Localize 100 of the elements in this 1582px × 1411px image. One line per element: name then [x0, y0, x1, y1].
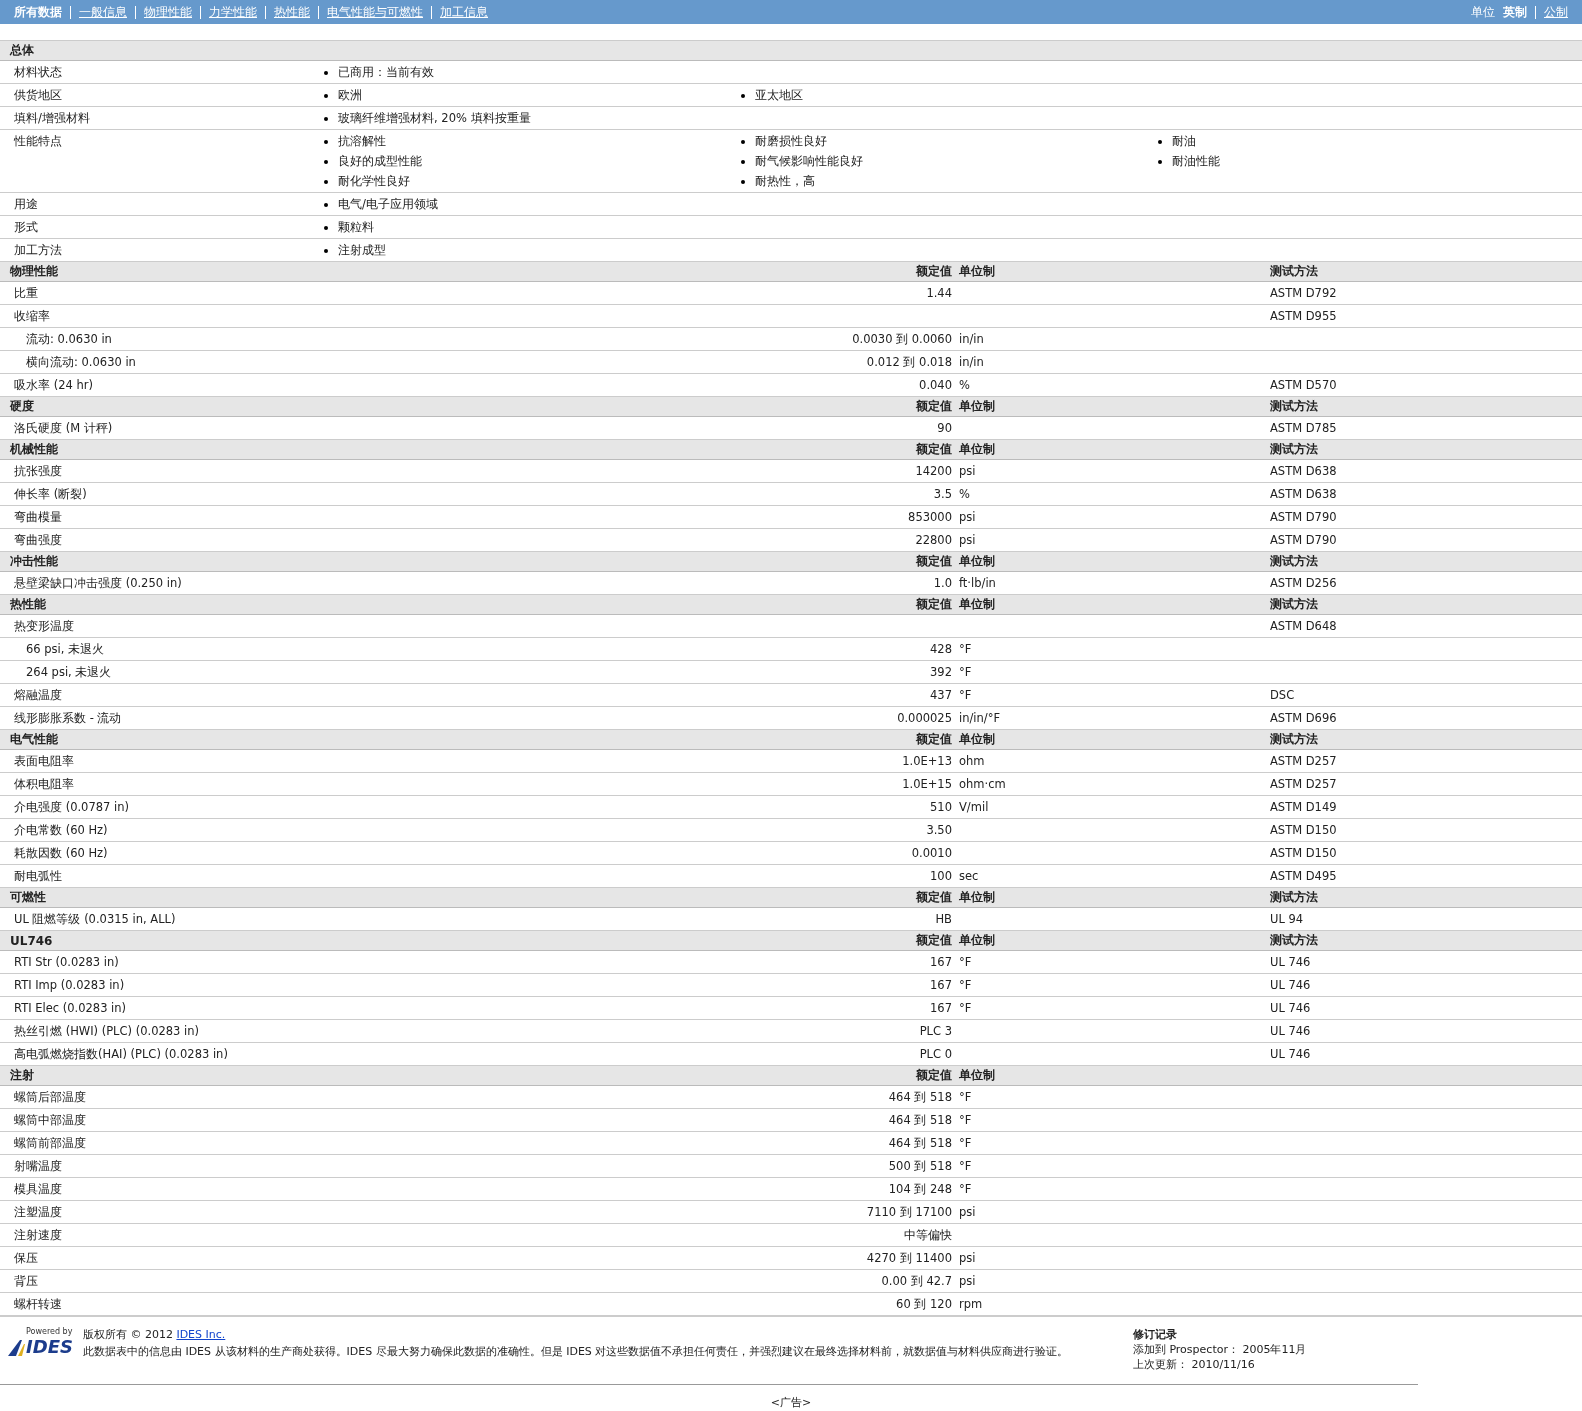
property-value: 464 到 518 [888, 1112, 952, 1127]
property-value: 耐热性，高 [741, 174, 1158, 189]
property-name: 保压 [14, 1250, 39, 1266]
property-name: 264 psi, 未退火 [25, 664, 113, 680]
property-value: 亚太地区 [741, 88, 1158, 103]
test-method: ASTM D257 [1270, 754, 1337, 768]
test-method: ASTM D495 [1270, 869, 1337, 883]
nav-tab[interactable]: 电气性能与可燃性 [327, 4, 423, 20]
property-name: 热丝引燃 (HWI) (PLC) (0.0283 in) [14, 1023, 201, 1039]
property-name: 介电强度 (0.0787 in) [14, 799, 130, 815]
column-header: 额定值 [915, 263, 952, 280]
column-header: 单位制 [958, 932, 996, 949]
ad-label: <广告> [770, 1396, 812, 1409]
test-method: ASTM D648 [1270, 619, 1337, 633]
test-method: ASTM D150 [1270, 823, 1337, 837]
logo-mark-icon [8, 1337, 26, 1356]
test-method: ASTM D790 [1270, 533, 1337, 547]
column-header: 测试方法 [1270, 398, 1318, 415]
property-value: 167 [930, 955, 952, 969]
property-value: 注射成型 [324, 243, 741, 258]
column-header: 额定值 [915, 398, 952, 415]
property-value: 已商用：当前有效 [324, 65, 741, 80]
unit: °F [959, 665, 972, 679]
property-value: 3.50 [926, 823, 952, 837]
test-method: ASTM D955 [1270, 309, 1337, 323]
property-name: 流动: 0.0630 in [25, 331, 113, 347]
property-name: 热变形温度 [14, 618, 75, 634]
property-name: 线形膨胀系数 - 流动 [14, 710, 123, 726]
nav-tab[interactable]: 所有数据 [14, 4, 62, 20]
property-value: 0.012 到 0.018 [866, 354, 952, 369]
property-value: 0.0010 [911, 846, 952, 860]
column-header: 测试方法 [1270, 596, 1318, 613]
unit: ohm [959, 754, 985, 768]
test-method: UL 746 [1270, 955, 1311, 969]
property-name: 熔融温度 [14, 687, 63, 703]
nav-tab[interactable]: 物理性能 [144, 4, 192, 20]
unit-option[interactable]: 公制 [1544, 4, 1568, 20]
nav-tab[interactable]: 热性能 [274, 4, 310, 20]
nav-tab[interactable]: 加工信息 [440, 4, 488, 20]
test-method: ASTM D790 [1270, 510, 1337, 524]
property-value: 抗溶解性 [324, 134, 741, 149]
property-name: 横向流动: 0.0630 in [25, 354, 137, 370]
property-name: 收缩率 [14, 308, 51, 324]
nav-tab[interactable]: 力学性能 [209, 4, 257, 20]
property-value: 耐油 [1158, 134, 1575, 149]
company-link[interactable]: IDES Inc. [176, 1328, 226, 1341]
property-value: 100 [930, 869, 952, 883]
unit: in/in [959, 332, 984, 346]
nav-tab[interactable]: 一般信息 [79, 4, 127, 20]
unit: in/in/°F [959, 711, 1001, 725]
property-value: 0.000025 [897, 711, 952, 725]
property-name: 弯曲模量 [14, 509, 63, 525]
unit: °F [959, 688, 972, 702]
disclaimer-text: 此数据表中的信息由 IDES 从该材料的生产商处获得。IDES 尽最大努力确保此数据的准确性。但是 IDES 对这些数据值不承担任何责任，并强烈建议在最终选择材料前，就数据值与材料供应商进行验证。 [82, 1344, 1070, 1359]
unit: °F [959, 1113, 972, 1127]
column-header: 测试方法 [1270, 731, 1318, 748]
property-name: 注射速度 [14, 1227, 63, 1243]
unit-option[interactable]: 英制 [1503, 4, 1527, 20]
property-name: 模具温度 [14, 1181, 63, 1197]
unit: psi [959, 510, 976, 524]
property-value: 510 [930, 800, 952, 814]
property-name: 弯曲强度 [14, 532, 63, 548]
property-value: 1.0 [933, 576, 952, 590]
property-label: 材料状态 [14, 65, 63, 80]
unit: ohm·cm [959, 777, 1006, 791]
property-value: 60 到 120 [896, 1296, 952, 1311]
property-label: 性能特点 [14, 134, 63, 150]
property-label: 加工方法 [14, 243, 63, 258]
column-header: 测试方法 [1270, 553, 1318, 570]
property-name: 螺杆转速 [14, 1296, 63, 1312]
property-value: 22800 [915, 533, 952, 547]
test-method: ASTM D149 [1270, 800, 1337, 814]
column-header: 额定值 [915, 1067, 952, 1084]
property-name: 抗张强度 [14, 463, 63, 479]
column-header: 测试方法 [1270, 263, 1318, 280]
property-value: 1.44 [926, 286, 952, 300]
property-value: 颗粒料 [324, 220, 741, 235]
unit: rpm [959, 1297, 983, 1311]
property-value: 电气/电子应用领域 [324, 197, 741, 212]
column-header: 单位制 [958, 398, 996, 415]
property-name: 注塑温度 [14, 1204, 63, 1220]
revision-added: 添加到 Prospector： 2005年11月 [1132, 1342, 1307, 1357]
column-header: 单位制 [958, 596, 996, 613]
property-label: 形式 [14, 220, 39, 235]
test-method: ASTM D570 [1270, 378, 1337, 392]
section-title: 电气性能 [10, 731, 59, 748]
column-header: 单位制 [958, 441, 996, 458]
property-name: 伸长率 (断裂) [14, 486, 88, 502]
property-value: 167 [930, 1001, 952, 1015]
unit: psi [959, 1205, 976, 1219]
property-name: RTI Elec (0.0283 in) [14, 1001, 128, 1015]
property-value: 0.040 [919, 378, 952, 392]
property-value: 500 到 518 [888, 1158, 952, 1173]
property-name: 高电弧燃烧指数(HAI) (PLC) (0.0283 in) [14, 1046, 229, 1062]
section-title: 机械性能 [10, 441, 59, 458]
property-value: PLC 3 [919, 1024, 952, 1038]
unit: sec [959, 869, 979, 883]
property-label: 填料/增强材料 [14, 111, 91, 126]
property-value: 853000 [908, 510, 952, 524]
logo: Powered by IDES [8, 1327, 73, 1372]
